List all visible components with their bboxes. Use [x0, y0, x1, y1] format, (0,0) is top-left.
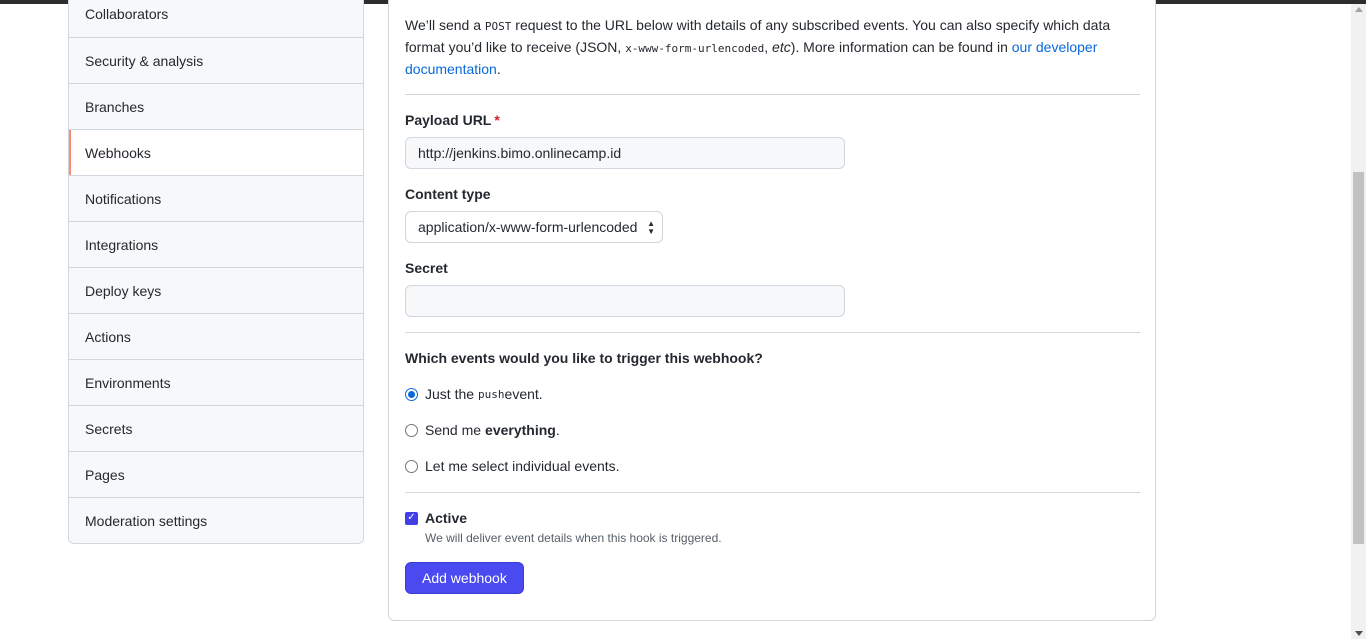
section-divider	[405, 332, 1140, 333]
push-code: push	[478, 387, 505, 401]
content-type-label: Content type	[405, 186, 491, 202]
event-option-push[interactable]: Just the push event.	[405, 386, 543, 402]
sidebar-item-label: Security & analysis	[85, 52, 204, 69]
sidebar-item-branches[interactable]: Branches	[69, 83, 363, 129]
sidebar-item-label: Environments	[85, 374, 171, 391]
active-note: We will deliver event details when this …	[425, 531, 722, 545]
event-option-individual[interactable]: Let me select individual events.	[405, 458, 620, 474]
required-mark: *	[494, 112, 500, 128]
sidebar-item-notifications[interactable]: Notifications	[69, 175, 363, 221]
content-type-select[interactable]: application/x-www-form-urlencoded ▲ ▼	[405, 211, 663, 243]
secret-label: Secret	[405, 260, 448, 276]
sidebar-item-actions[interactable]: Actions	[69, 313, 363, 359]
sidebar-item-deploy-keys[interactable]: Deploy keys	[69, 267, 363, 313]
sidebar-item-label: Moderation settings	[85, 512, 208, 529]
urlencoded-code: x-www-form-urlencoded	[625, 42, 765, 55]
event-option-everything[interactable]: Send me everything.	[405, 422, 560, 438]
events-heading: Which events would you like to trigger t…	[405, 350, 763, 366]
webhook-intro-text: We’ll send a POST request to the URL bel…	[405, 17, 1111, 77]
page-scrollbar[interactable]	[1351, 4, 1366, 639]
sidebar-item-secrets[interactable]: Secrets	[69, 405, 363, 451]
sidebar-item-label: Notifications	[85, 190, 162, 207]
sidebar-item-label: Webhooks	[85, 144, 151, 161]
sidebar-item-environments[interactable]: Environments	[69, 359, 363, 405]
payload-url-input[interactable]	[405, 137, 845, 169]
section-divider	[405, 94, 1140, 95]
radio-button[interactable]	[405, 459, 418, 473]
sidebar-item-moderation-settings[interactable]: Moderation settings	[69, 497, 363, 543]
webhook-form-panel: We’ll send a POST request to the URL bel…	[388, 0, 1156, 621]
active-checkbox-row[interactable]: ✓ Active	[405, 510, 467, 526]
scrollbar-thumb[interactable]	[1353, 172, 1364, 544]
sidebar-item-label: Actions	[85, 328, 131, 345]
section-divider	[405, 492, 1140, 493]
radio-button[interactable]	[405, 423, 418, 437]
sidebar-item-security-analysis[interactable]: Security & analysis	[69, 37, 363, 83]
content-type-selected: application/x-www-form-urlencoded	[418, 219, 638, 235]
active-label: Active	[425, 510, 468, 526]
settings-sidebar: Collaborators Security & analysis Branch…	[68, 0, 364, 544]
sidebar-item-label: Secrets	[85, 420, 133, 437]
secret-input[interactable]	[405, 285, 845, 317]
sidebar-item-label: Pages	[85, 466, 125, 483]
sidebar-item-pages[interactable]: Pages	[69, 451, 363, 497]
sidebar-item-label: Collaborators	[85, 6, 169, 22]
sidebar-item-collaborators[interactable]: Collaborators	[69, 0, 363, 37]
scroll-down-icon[interactable]	[1355, 631, 1363, 636]
radio-button[interactable]	[405, 387, 418, 401]
sidebar-item-label: Integrations	[85, 236, 159, 253]
scroll-up-icon[interactable]	[1355, 7, 1363, 12]
sidebar-item-webhooks[interactable]: Webhooks	[69, 129, 363, 175]
sidebar-item-integrations[interactable]: Integrations	[69, 221, 363, 267]
payload-url-label: Payload URL *	[405, 112, 500, 128]
select-arrows-icon: ▲ ▼	[647, 219, 655, 236]
active-checkbox[interactable]: ✓	[405, 511, 418, 525]
sidebar-item-label: Deploy keys	[85, 282, 162, 299]
add-webhook-button[interactable]: Add webhook	[405, 562, 524, 594]
post-code: POST	[484, 20, 512, 33]
sidebar-item-label: Branches	[85, 98, 145, 115]
